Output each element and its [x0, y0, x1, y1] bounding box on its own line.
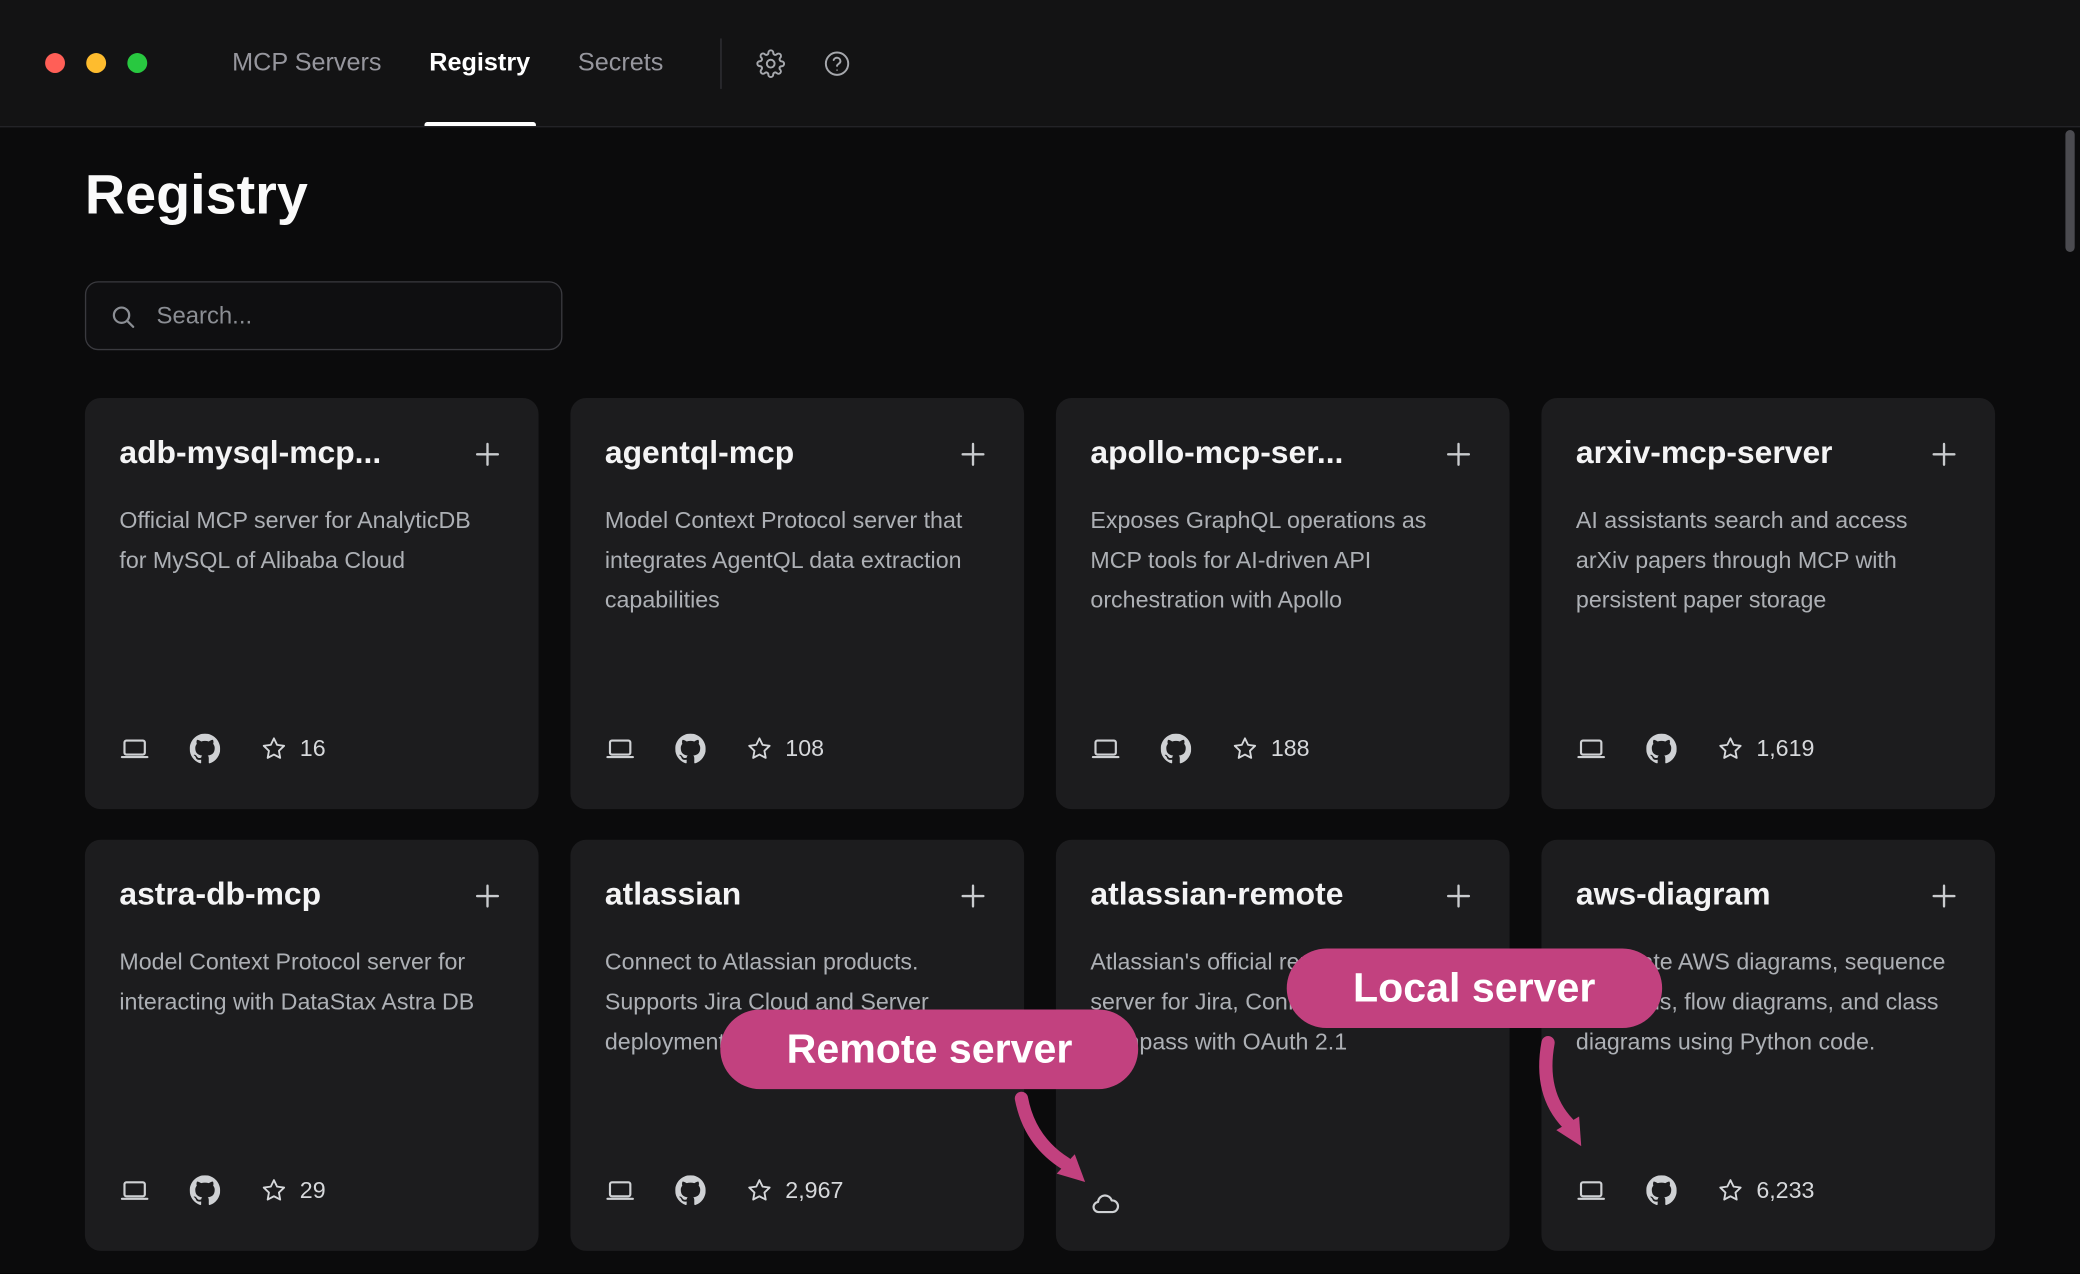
server-description: Official MCP server for AnalyticDB for M… — [119, 500, 504, 580]
add-server-button[interactable] — [1927, 879, 1960, 912]
star-icon — [746, 1177, 774, 1205]
tab-registry[interactable]: Registry — [405, 0, 554, 126]
server-name: astra-db-mcp — [119, 877, 321, 914]
star-icon — [746, 735, 774, 763]
star-icon — [260, 735, 288, 763]
page-title: Registry — [85, 162, 1995, 228]
minimize-window-button[interactable] — [86, 53, 106, 73]
server-name: agentql-mcp — [605, 435, 794, 472]
github-icon[interactable] — [190, 1175, 221, 1206]
github-icon[interactable] — [675, 1175, 706, 1206]
add-server-button[interactable] — [1442, 438, 1475, 471]
nav-divider — [720, 38, 721, 88]
star-count: 2,967 — [785, 1177, 843, 1205]
github-icon[interactable] — [1161, 734, 1192, 765]
add-server-button[interactable] — [1442, 879, 1475, 912]
annotation-arrow-local — [1526, 1035, 1625, 1161]
star-icon — [1717, 735, 1745, 763]
scrollbar-thumb[interactable] — [2065, 130, 2074, 252]
server-description: AI assistants search and access arXiv pa… — [1576, 500, 1961, 619]
star-count: 29 — [300, 1177, 326, 1205]
main-nav: MCP Servers Registry Secrets — [208, 0, 687, 126]
star-icon — [1231, 735, 1259, 763]
server-card-apollo-mcp-server[interactable]: apollo-mcp-ser... Exposes GraphQL operat… — [1056, 398, 1510, 809]
laptop-icon — [605, 734, 636, 765]
add-server-button[interactable] — [956, 879, 989, 912]
laptop-icon — [119, 734, 150, 765]
server-name: adb-mysql-mcp... — [119, 435, 381, 472]
add-server-button[interactable] — [956, 438, 989, 471]
app-window: MCP Servers Registry Secrets Regist — [0, 0, 2080, 1273]
local-server-annotation-badge: Local server — [1287, 948, 1662, 1028]
remote-server-annotation-badge: Remote server — [720, 1009, 1138, 1089]
close-window-button[interactable] — [45, 53, 65, 73]
server-name: atlassian — [605, 877, 741, 914]
star-icon — [260, 1177, 288, 1205]
server-card-astra-db-mcp[interactable]: astra-db-mcp Model Context Protocol serv… — [85, 840, 539, 1251]
search-input[interactable] — [154, 300, 539, 331]
laptop-icon — [1576, 734, 1607, 765]
search-icon — [109, 302, 137, 330]
star-count: 6,233 — [1756, 1177, 1814, 1205]
laptop-icon — [1576, 1175, 1607, 1206]
tab-mcp-servers[interactable]: MCP Servers — [208, 0, 405, 126]
github-icon[interactable] — [675, 734, 706, 765]
star-count: 1,619 — [1756, 735, 1814, 763]
server-description: Model Context Protocol server for intera… — [119, 942, 504, 1022]
server-description: Exposes GraphQL operations as MCP tools … — [1090, 500, 1475, 619]
traffic-lights — [0, 0, 147, 126]
laptop-icon — [1090, 734, 1121, 765]
github-icon[interactable] — [1646, 734, 1677, 765]
search-box — [85, 281, 563, 350]
server-card-adb-mysql-mcp[interactable]: adb-mysql-mcp... Official MCP server for… — [85, 398, 539, 809]
server-description: Model Context Protocol server that integ… — [605, 500, 990, 619]
add-server-button[interactable] — [1927, 438, 1960, 471]
tab-secrets[interactable]: Secrets — [554, 0, 687, 126]
star-icon — [1717, 1177, 1745, 1205]
server-card-agentql-mcp[interactable]: agentql-mcp Model Context Protocol serve… — [570, 398, 1024, 809]
server-card-arxiv-mcp-server[interactable]: arxiv-mcp-server AI assistants search an… — [1541, 398, 1995, 809]
add-server-button[interactable] — [471, 438, 504, 471]
star-count: 16 — [300, 735, 326, 763]
server-name: aws-diagram — [1576, 877, 1771, 914]
add-server-button[interactable] — [471, 879, 504, 912]
server-name: apollo-mcp-ser... — [1090, 435, 1343, 472]
github-icon[interactable] — [1646, 1175, 1677, 1206]
server-name: arxiv-mcp-server — [1576, 435, 1833, 472]
laptop-icon — [605, 1175, 636, 1206]
help-icon[interactable] — [823, 48, 852, 77]
zoom-window-button[interactable] — [127, 53, 147, 73]
star-count: 108 — [785, 735, 824, 763]
title-bar: MCP Servers Registry Secrets — [0, 0, 2080, 127]
star-count: 188 — [1271, 735, 1310, 763]
server-name: atlassian-remote — [1090, 877, 1343, 914]
laptop-icon — [119, 1175, 150, 1206]
annotation-arrow-remote — [995, 1090, 1114, 1203]
github-icon[interactable] — [190, 734, 221, 765]
gear-icon[interactable] — [756, 48, 785, 77]
